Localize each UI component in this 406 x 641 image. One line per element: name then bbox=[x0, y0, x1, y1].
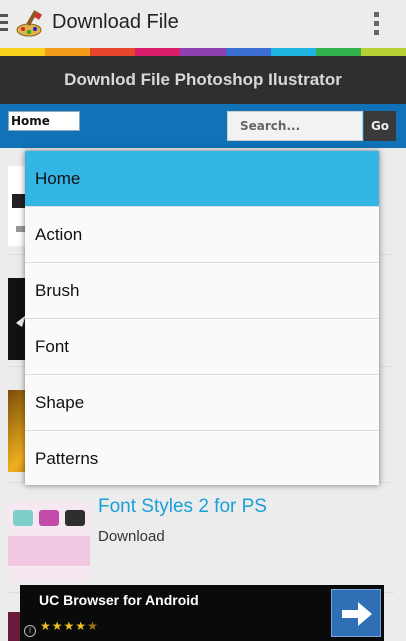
ad-title[interactable]: UC Browser for Android bbox=[39, 592, 199, 608]
go-button[interactable]: Go bbox=[364, 111, 396, 141]
site-title: Downlod File Photoshop Ilustrator bbox=[64, 70, 342, 89]
stripe-segment bbox=[360, 48, 406, 56]
ad-rating: ★★★★★ bbox=[40, 619, 99, 633]
stripe-segment bbox=[270, 48, 316, 56]
dropdown-option-patterns[interactable]: Patterns bbox=[25, 431, 379, 487]
star-icon: ★ bbox=[51, 619, 64, 633]
stripe-segment bbox=[180, 48, 226, 56]
star-icon: ★ bbox=[63, 619, 76, 633]
info-icon[interactable]: i bbox=[24, 625, 36, 637]
star-icon: ★ bbox=[75, 619, 88, 633]
stripe-segment bbox=[135, 48, 181, 56]
star-icon: ★ bbox=[40, 619, 52, 633]
list-thumbnail[interactable] bbox=[8, 502, 90, 582]
dropdown-option-brush[interactable]: Brush bbox=[25, 263, 379, 319]
stripe-segment bbox=[315, 48, 361, 56]
dropdown-option-action[interactable]: Action bbox=[25, 207, 379, 263]
app-title: Download File bbox=[52, 11, 179, 33]
list-item-title[interactable]: Font Styles 2 for PS bbox=[98, 496, 267, 518]
stripe-segment bbox=[225, 48, 271, 56]
rainbow-stripe bbox=[0, 48, 406, 56]
search-input[interactable]: Search... bbox=[227, 111, 363, 141]
menu-icon[interactable] bbox=[0, 14, 8, 34]
paintbrush-palette-icon[interactable] bbox=[14, 8, 46, 40]
stripe-segment bbox=[90, 48, 136, 56]
site-header: Downlod File Photoshop Ilustrator bbox=[0, 56, 406, 104]
stripe-segment bbox=[45, 48, 91, 56]
more-vertical-icon[interactable] bbox=[374, 12, 380, 36]
ad-banner[interactable]: UC Browser for Android ★★★★★ i bbox=[20, 585, 384, 641]
arrow-right-icon[interactable] bbox=[331, 589, 381, 637]
dropdown-option-home[interactable]: Home bbox=[25, 151, 379, 207]
category-dropdown: Home Action Brush Font Shape Patterns bbox=[25, 151, 379, 485]
dropdown-option-shape[interactable]: Shape bbox=[25, 375, 379, 431]
stripe-segment bbox=[0, 48, 46, 56]
star-half-icon: ★ bbox=[87, 619, 99, 633]
category-select[interactable]: Home bbox=[8, 111, 80, 131]
list-item-subtitle[interactable]: Download bbox=[98, 528, 165, 545]
nav-bar: Home Search... Go bbox=[0, 104, 406, 148]
action-bar: Download File bbox=[0, 0, 406, 48]
dropdown-option-font[interactable]: Font bbox=[25, 319, 379, 375]
